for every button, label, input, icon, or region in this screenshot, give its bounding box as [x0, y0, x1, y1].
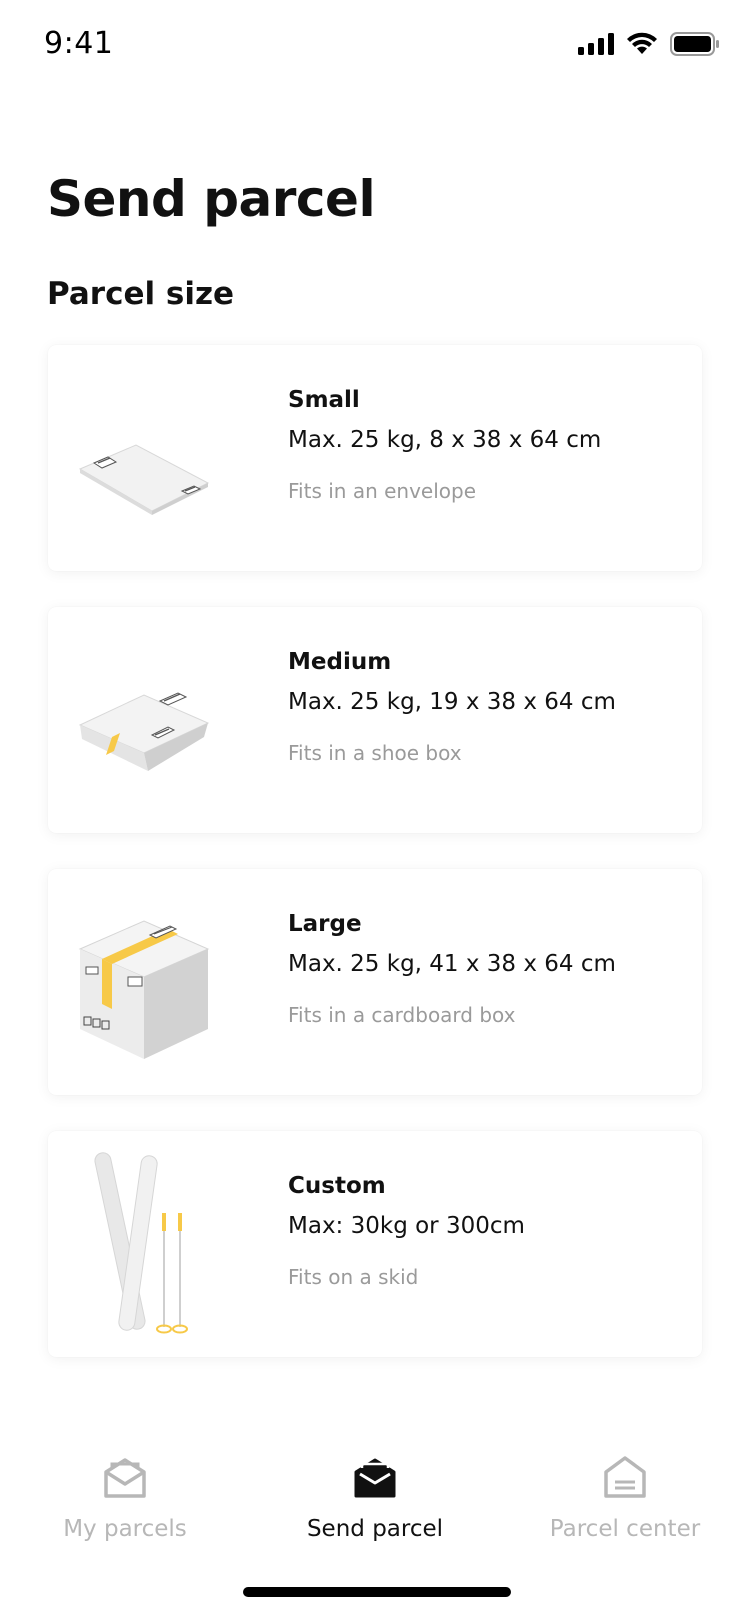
nav-label: Send parcel	[306, 1516, 444, 1542]
skis-icon	[72, 1151, 222, 1337]
section-title: Parcel size	[47, 276, 235, 312]
parcel-description: Fits in an envelope	[288, 479, 477, 503]
parcel-name: Small	[288, 387, 360, 413]
wifi-icon	[627, 32, 657, 54]
parcel-option-large[interactable]: Large Max. 25 kg, 41 x 38 x 64 cm Fits i…	[48, 869, 702, 1095]
parcel-name: Large	[288, 911, 362, 937]
parcel-description: Fits in a shoe box	[288, 741, 462, 765]
open-envelope-outline-icon	[104, 1458, 146, 1498]
page-title: Send parcel	[47, 170, 376, 228]
status-time: 9:41	[44, 26, 114, 61]
parcel-option-custom[interactable]: Custom Max: 30kg or 300cm Fits on a skid	[48, 1131, 702, 1357]
parcel-center-icon	[604, 1456, 646, 1498]
parcel-option-small[interactable]: Small Max. 25 kg, 8 x 38 x 64 cm Fits in…	[48, 345, 702, 571]
parcel-spec: Max. 25 kg, 41 x 38 x 64 cm	[288, 951, 616, 977]
parcel-option-medium[interactable]: Medium Max. 25 kg, 19 x 38 x 64 cm Fits …	[48, 607, 702, 833]
envelope-parcel-icon	[72, 365, 222, 551]
parcel-spec: Max. 25 kg, 8 x 38 x 64 cm	[288, 427, 602, 453]
parcel-spec: Max: 30kg or 300cm	[288, 1213, 525, 1239]
parcel-name: Custom	[288, 1173, 386, 1199]
nav-label: Parcel center	[549, 1516, 701, 1542]
nav-item-send-parcel[interactable]: Send parcel	[250, 1430, 500, 1550]
parcel-description: Fits in a cardboard box	[288, 1003, 516, 1027]
parcel-spec: Max. 25 kg, 19 x 38 x 64 cm	[288, 689, 616, 715]
cardboard-box-icon	[72, 889, 222, 1075]
battery-icon	[670, 32, 719, 56]
open-envelope-filled-icon	[354, 1458, 396, 1498]
bottom-nav: My parcels Send parcel Parcel center	[0, 1430, 750, 1560]
parcel-description: Fits on a skid	[288, 1265, 419, 1289]
signal-icon	[578, 33, 614, 55]
nav-label: My parcels	[63, 1516, 187, 1542]
nav-item-my-parcels[interactable]: My parcels	[0, 1430, 250, 1550]
status-bar: 9:41	[0, 0, 750, 90]
nav-item-parcel-center[interactable]: Parcel center	[500, 1430, 750, 1550]
padded-bag-parcel-icon	[72, 627, 222, 813]
parcel-name: Medium	[288, 649, 392, 675]
home-indicator	[243, 1587, 511, 1597]
status-icons	[578, 32, 720, 56]
